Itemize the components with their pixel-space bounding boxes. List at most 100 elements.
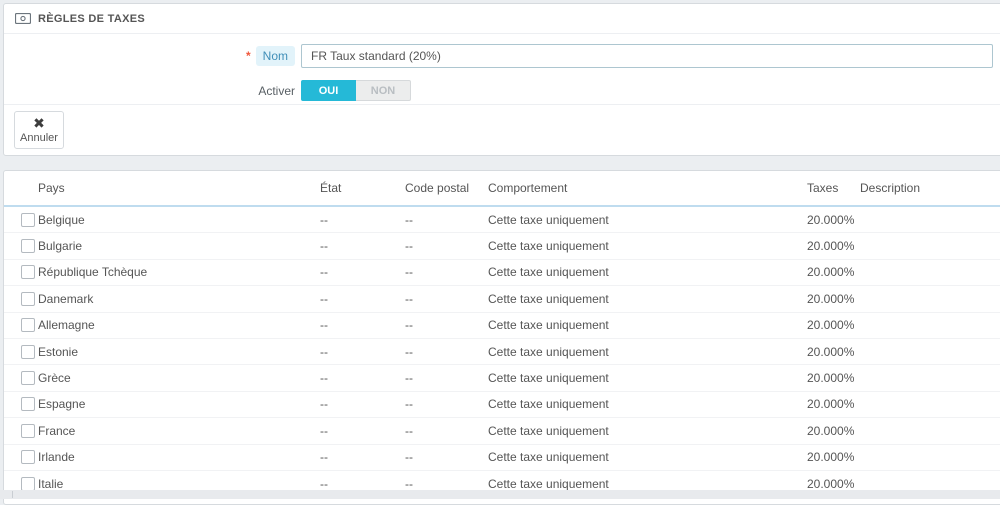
required-marker: * bbox=[245, 49, 251, 63]
enable-label: Activer bbox=[258, 83, 295, 98]
row-checkbox-cell bbox=[4, 476, 38, 491]
cell-zip: -- bbox=[405, 265, 413, 280]
cell-state: -- bbox=[320, 450, 328, 465]
row-checkbox-cell bbox=[4, 318, 38, 333]
cell-zip: -- bbox=[405, 344, 413, 359]
cell-country: Bulgarie bbox=[38, 239, 83, 254]
cell-taxes: 20.000% bbox=[807, 423, 855, 438]
cell-taxes: 20.000% bbox=[807, 476, 855, 491]
cell-taxes: 20.000% bbox=[807, 344, 855, 359]
row-checkbox[interactable] bbox=[21, 344, 35, 359]
cell-country: Belgique bbox=[38, 212, 85, 227]
cell-zip: -- bbox=[405, 450, 413, 465]
cell-country: Allemagne bbox=[38, 318, 95, 333]
cell-behavior: Cette taxe uniquement bbox=[488, 476, 609, 491]
table-row[interactable]: France -- -- Cette taxe uniquement 20.00… bbox=[4, 418, 1000, 445]
cell-country: Irlande bbox=[38, 450, 75, 465]
enable-switch: OUI NON bbox=[301, 80, 411, 101]
cell-behavior: Cette taxe uniquement bbox=[488, 318, 609, 333]
row-checkbox[interactable] bbox=[21, 265, 35, 280]
cell-country: République Tchèque bbox=[38, 265, 148, 280]
cell-taxes: 20.000% bbox=[807, 450, 855, 465]
enable-label-wrap: Activer bbox=[4, 84, 301, 98]
cell-country: Danemark bbox=[38, 291, 94, 306]
name-label-wrap: * Nom bbox=[4, 46, 301, 66]
horizontal-scrollbar[interactable] bbox=[0, 490, 1000, 499]
table-row[interactable]: Belgique -- -- Cette taxe uniquement 20.… bbox=[4, 207, 1000, 234]
cell-zip: -- bbox=[405, 397, 413, 412]
scrollbar-thumb-edge bbox=[12, 491, 13, 498]
cell-country: France bbox=[38, 423, 76, 438]
money-icon bbox=[15, 13, 31, 24]
cell-state: -- bbox=[320, 423, 328, 438]
row-checkbox-cell bbox=[4, 239, 38, 254]
cell-taxes: 20.000% bbox=[807, 371, 855, 386]
table-row[interactable]: Estonie -- -- Cette taxe uniquement 20.0… bbox=[4, 338, 1000, 366]
cancel-button[interactable]: ✖ Annuler bbox=[14, 111, 64, 149]
row-checkbox-cell bbox=[4, 344, 38, 359]
name-input[interactable] bbox=[301, 44, 993, 68]
cell-state: -- bbox=[320, 476, 328, 491]
row-checkbox-cell bbox=[4, 371, 38, 386]
cell-zip: -- bbox=[405, 239, 413, 254]
column-header-code-postal: Code postal bbox=[405, 181, 470, 195]
table-row[interactable]: République Tchèque -- -- Cette taxe uniq… bbox=[4, 259, 1000, 287]
cell-behavior: Cette taxe uniquement bbox=[488, 265, 609, 280]
cell-taxes: 20.000% bbox=[807, 239, 855, 254]
cell-zip: -- bbox=[405, 423, 413, 438]
row-checkbox[interactable] bbox=[21, 397, 35, 412]
name-label: Nom bbox=[255, 46, 295, 66]
x-icon: ✖ bbox=[33, 115, 45, 131]
table-row[interactable]: Grèce -- -- Cette taxe uniquement 20.000… bbox=[4, 365, 1000, 392]
cell-state: -- bbox=[320, 371, 328, 386]
table-row[interactable]: Allemagne -- -- Cette taxe uniquement 20… bbox=[4, 312, 1000, 339]
table-header: Pays État Code postal Comportement Taxes… bbox=[4, 171, 1000, 207]
cell-behavior: Cette taxe uniquement bbox=[488, 239, 609, 254]
column-header-pays: Pays bbox=[38, 181, 65, 195]
cell-zip: -- bbox=[405, 371, 413, 386]
cell-country: Espagne bbox=[38, 397, 86, 412]
row-checkbox[interactable] bbox=[21, 212, 35, 227]
row-checkbox-cell bbox=[4, 423, 38, 438]
table-body: Belgique -- -- Cette taxe uniquement 20.… bbox=[4, 207, 1000, 498]
cell-zip: -- bbox=[405, 291, 413, 306]
cell-zip: -- bbox=[405, 476, 413, 491]
cell-state: -- bbox=[320, 212, 328, 227]
row-checkbox[interactable] bbox=[21, 450, 35, 465]
cell-zip: -- bbox=[405, 212, 413, 227]
column-header-etat: État bbox=[320, 181, 342, 195]
row-checkbox[interactable] bbox=[21, 291, 35, 306]
row-checkbox[interactable] bbox=[21, 239, 35, 254]
cell-behavior: Cette taxe uniquement bbox=[488, 344, 609, 359]
cell-zip: -- bbox=[405, 318, 413, 333]
cancel-button-label: Annuler bbox=[20, 132, 58, 144]
cell-state: -- bbox=[320, 318, 328, 333]
cell-state: -- bbox=[320, 239, 328, 254]
cell-behavior: Cette taxe uniquement bbox=[488, 212, 609, 227]
enable-yes-button[interactable]: OUI bbox=[301, 80, 356, 101]
cell-behavior: Cette taxe uniquement bbox=[488, 371, 609, 386]
cell-taxes: 20.000% bbox=[807, 291, 855, 306]
table-row[interactable]: Bulgarie -- -- Cette taxe uniquement 20.… bbox=[4, 233, 1000, 260]
row-checkbox[interactable] bbox=[21, 476, 35, 491]
cell-state: -- bbox=[320, 265, 328, 280]
cell-behavior: Cette taxe uniquement bbox=[488, 397, 609, 412]
cell-state: -- bbox=[320, 344, 328, 359]
row-checkbox-cell bbox=[4, 450, 38, 465]
table-row[interactable]: Danemark -- -- Cette taxe uniquement 20.… bbox=[4, 286, 1000, 313]
enable-field-row: Activer OUI NON bbox=[4, 80, 1000, 101]
cell-taxes: 20.000% bbox=[807, 212, 855, 227]
panel-heading: RÈGLES DE TAXES bbox=[4, 4, 1000, 34]
tax-rules-table-panel: Pays État Code postal Comportement Taxes… bbox=[3, 170, 1000, 505]
row-checkbox[interactable] bbox=[21, 371, 35, 386]
enable-no-button[interactable]: NON bbox=[356, 80, 411, 101]
row-checkbox[interactable] bbox=[21, 423, 35, 438]
cell-country: Grèce bbox=[38, 371, 71, 386]
table-row[interactable]: Espagne -- -- Cette taxe uniquement 20.0… bbox=[4, 391, 1000, 419]
tax-rule-form-panel: RÈGLES DE TAXES * Nom Activer OUI NON ✖ … bbox=[3, 3, 1000, 156]
table-row[interactable]: Irlande -- -- Cette taxe uniquement 20.0… bbox=[4, 444, 1000, 471]
row-checkbox[interactable] bbox=[21, 318, 35, 333]
cell-state: -- bbox=[320, 291, 328, 306]
cell-behavior: Cette taxe uniquement bbox=[488, 423, 609, 438]
panel-footer: ✖ Annuler bbox=[4, 104, 1000, 155]
